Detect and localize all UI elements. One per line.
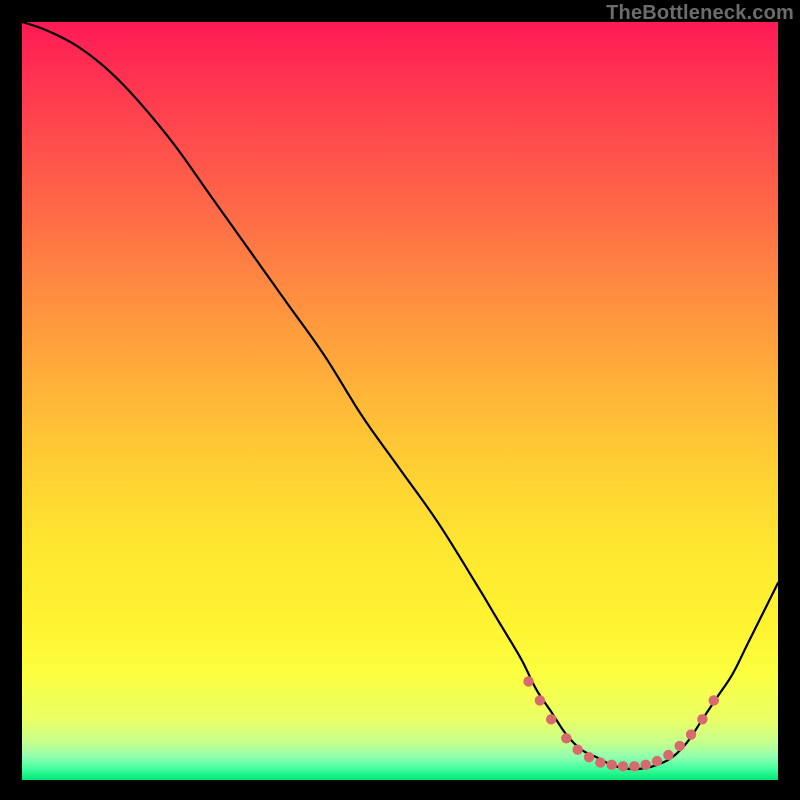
highlight-dot	[629, 761, 639, 771]
plot-area	[22, 22, 778, 780]
highlight-dot	[618, 761, 628, 771]
highlight-dot	[523, 676, 533, 686]
highlight-dot	[561, 733, 571, 743]
highlight-dot	[546, 714, 556, 724]
curve-svg	[22, 22, 778, 780]
highlight-dot	[584, 752, 594, 762]
watermark-text: TheBottleneck.com	[606, 2, 794, 25]
highlight-dot	[663, 750, 673, 760]
chart-frame: TheBottleneck.com	[0, 0, 800, 800]
highlight-dot	[675, 741, 685, 751]
highlight-dot	[686, 729, 696, 739]
highlight-dots	[523, 676, 719, 771]
highlight-dot	[697, 714, 707, 724]
highlight-dot	[709, 695, 719, 705]
highlight-dot	[652, 756, 662, 766]
highlight-dot	[595, 757, 605, 767]
bottleneck-curve	[22, 22, 778, 769]
highlight-dot	[606, 760, 616, 770]
highlight-dot	[641, 760, 651, 770]
highlight-dot	[572, 744, 582, 754]
highlight-dot	[535, 695, 545, 705]
